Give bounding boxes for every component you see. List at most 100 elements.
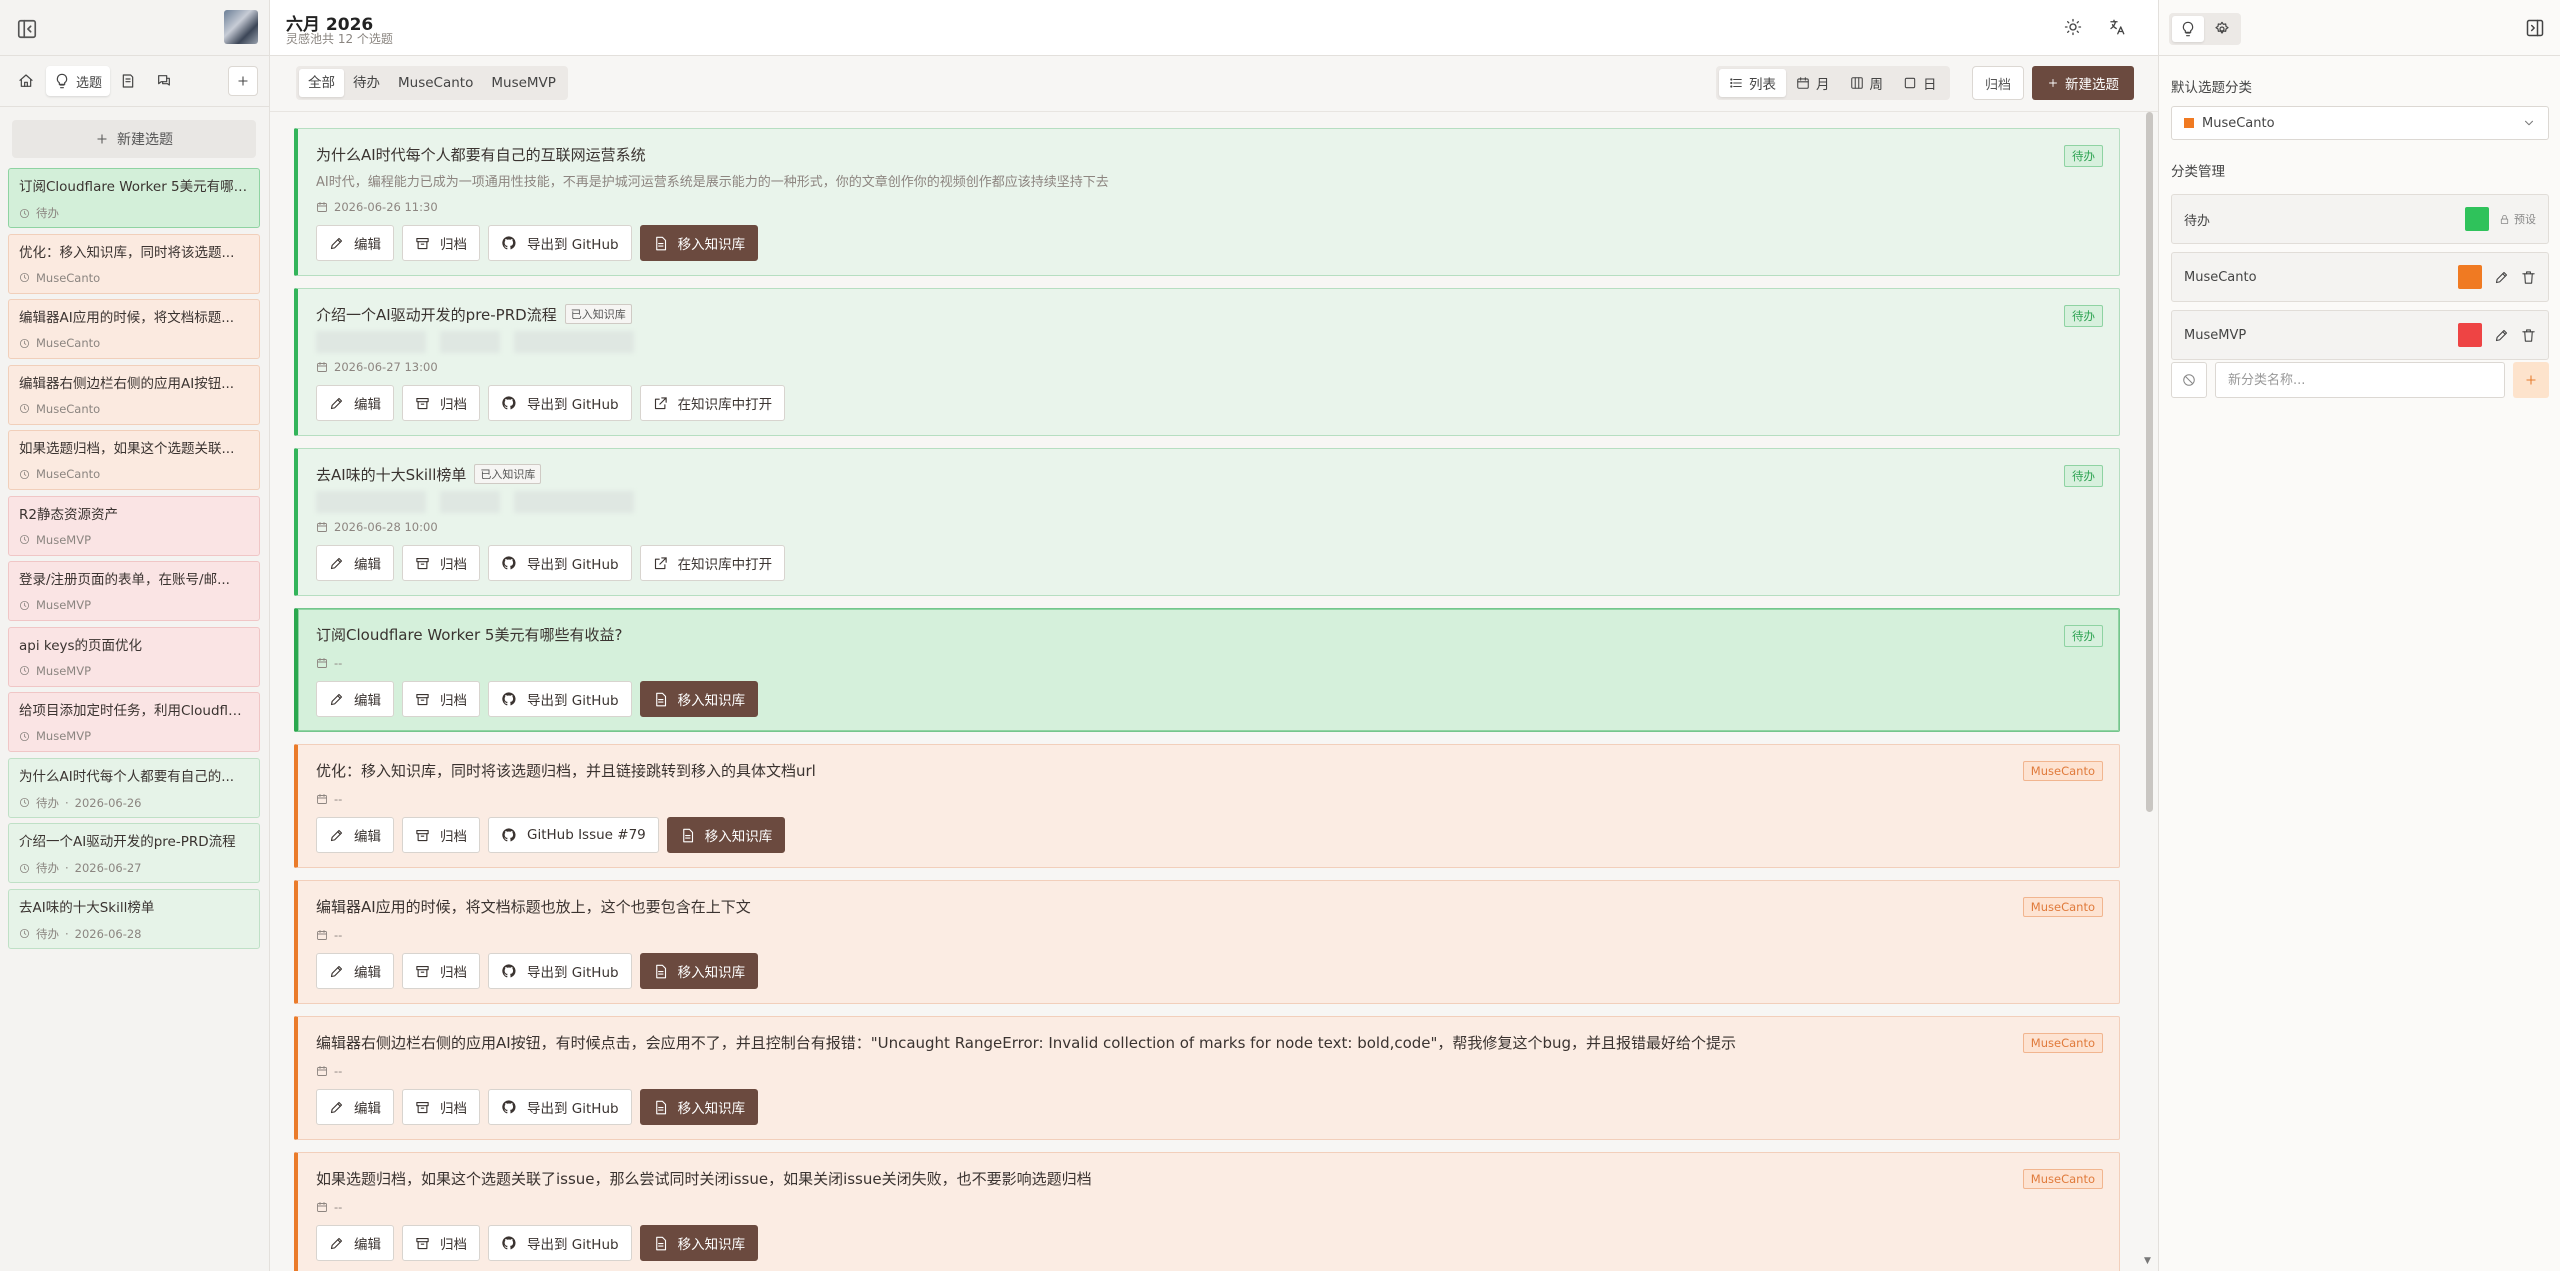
knowledge-button[interactable]: 移入知识库	[639, 225, 759, 261]
list-item[interactable]: 登录/注册页面的表单，在账号/邮... MuseMVP	[8, 561, 260, 621]
edit-button[interactable]: 编辑	[316, 545, 394, 581]
archive-card-button[interactable]: 归档	[402, 225, 480, 261]
panel-collapse-icon[interactable]	[2525, 18, 2545, 38]
sun-icon[interactable]	[2064, 18, 2082, 36]
trash-icon[interactable]	[2521, 328, 2536, 343]
topic-card[interactable]: 如果选题归档，如果这个选题关联了issue，那么尝试同时关闭issue，如果关闭…	[294, 1152, 2120, 1271]
github-button[interactable]: 导出到 GitHub	[488, 953, 632, 989]
view-day[interactable]: 日	[1893, 69, 1947, 97]
tab-topics[interactable]: 选题	[46, 66, 111, 96]
card-date: 2026-06-28 10:00	[316, 519, 2103, 535]
edit-button[interactable]: 编辑	[316, 817, 394, 853]
list-item[interactable]: 优化：移入知识库，同时将该选题... MuseCanto	[8, 233, 260, 294]
edit-icon[interactable]	[2494, 270, 2509, 285]
topic-card[interactable]: 去AI味的十大Skill榜单 已入知识库 2026-06-28 10:00 编辑 归档 导…	[294, 448, 2120, 596]
archive-card-button[interactable]: 归档	[402, 385, 480, 421]
knowledge-button[interactable]: 移入知识库	[639, 1089, 759, 1125]
topic-card[interactable]: 介绍一个AI驱动开发的pre-PRD流程 已入知识库 2026-06-27 13:0…	[294, 288, 2120, 436]
category-color-swatch[interactable]	[2465, 207, 2489, 231]
view-month[interactable]: 月	[1786, 69, 1840, 97]
category-color-swatch[interactable]	[2458, 265, 2482, 289]
scrollbar-thumb[interactable]	[2146, 112, 2153, 812]
list-item[interactable]: 编辑器AI应用的时候，将文档标题... MuseCanto	[8, 299, 260, 359]
card-date-value: 2026-06-27 13:00	[334, 360, 438, 374]
avatar[interactable]	[224, 10, 258, 44]
list-item[interactable]: 如果选题归档，如果这个选题关联... MuseCanto	[8, 430, 260, 490]
list-item[interactable]: api keys的页面优化 MuseMVP	[8, 626, 260, 687]
archive-card-button[interactable]: 归档	[402, 1225, 480, 1261]
translate-icon[interactable]	[2108, 18, 2126, 36]
card-date: --	[316, 1199, 2103, 1215]
archive-card-button[interactable]: 归档	[402, 953, 480, 989]
list-item[interactable]: 为什么AI时代每个人都要有自己的... 待办 · 2026-06-26	[8, 757, 260, 818]
new-category-color[interactable]	[2171, 362, 2207, 398]
new-topic-button[interactable]: 新建选题	[2032, 66, 2134, 100]
github-button[interactable]: 导出到 GitHub	[488, 385, 632, 421]
archive-card-button[interactable]: 归档	[402, 681, 480, 717]
preset-text: 预设	[2514, 213, 2536, 226]
list-item[interactable]: 订阅Cloudflare Worker 5美元有哪些... 待办	[8, 168, 260, 228]
knowledge-button[interactable]: 移入知识库	[666, 817, 786, 853]
category-filter: 全部 待办 MuseCanto MuseMVP	[296, 66, 568, 100]
knowledge-button[interactable]: 移入知识库	[639, 681, 759, 717]
sidebar-collapse-icon[interactable]	[16, 18, 38, 40]
topic-card[interactable]: 编辑器右侧边栏右侧的应用AI按钮，有时候点击，会应用不了，并且控制台有报错："U…	[294, 1016, 2120, 1140]
view-list[interactable]: 列表	[1719, 69, 1786, 97]
edit-button[interactable]: 编辑	[316, 1089, 394, 1125]
document-icon	[653, 236, 668, 251]
scroll-down-arrow-icon[interactable]: ▼	[2144, 1256, 2151, 1266]
topic-card[interactable]: 为什么AI时代每个人都要有自己的互联网运营系统 AI时代，编程能力已成为一项通用性…	[294, 128, 2120, 276]
list-item[interactable]: R2静态资源资产 MuseMVP	[8, 495, 260, 556]
github-button[interactable]: 导出到 GitHub	[488, 681, 632, 717]
list-item-date: 2026-06-26	[74, 795, 142, 810]
topic-card[interactable]: 编辑器AI应用的时候，将文档标题也放上，这个也要包含在上下文 -- 编辑 归档 导出到 …	[294, 880, 2120, 1004]
tab-ideas[interactable]	[2172, 16, 2204, 42]
knowledge-button[interactable]: 移入知识库	[639, 1225, 759, 1261]
document-icon	[653, 692, 668, 707]
archive-card-button[interactable]: 归档	[402, 545, 480, 581]
edit-button-label: 编辑	[354, 557, 381, 573]
tab-knowledge[interactable]	[112, 66, 146, 96]
archive-card-button[interactable]: 归档	[402, 817, 480, 853]
edit-button[interactable]: 编辑	[316, 681, 394, 717]
filter-musecanto[interactable]: MuseCanto	[389, 69, 482, 97]
topic-card[interactable]: 订阅Cloudflare Worker 5美元有哪些有收益? -- 编辑 归档 导出到 …	[294, 608, 2120, 732]
edit-icon[interactable]	[2494, 328, 2509, 343]
trash-icon[interactable]	[2521, 270, 2536, 285]
filter-musemvp[interactable]: MuseMVP	[482, 69, 565, 97]
view-week[interactable]: 周	[1840, 69, 1894, 97]
edit-button[interactable]: 编辑	[316, 1225, 394, 1261]
archive-card-button[interactable]: 归档	[402, 1089, 480, 1125]
github-button[interactable]: 导出到 GitHub	[488, 225, 632, 261]
tab-settings[interactable]	[2206, 16, 2238, 42]
add-button[interactable]	[228, 66, 258, 96]
github-button[interactable]: GitHub Issue #79	[488, 817, 659, 853]
github-button[interactable]: 导出到 GitHub	[488, 1089, 632, 1125]
topic-card[interactable]: 优化：移入知识库，同时将该选题归档，并且链接跳转到移入的具体文档url -- 编辑 归…	[294, 744, 2120, 868]
tab-home[interactable]	[10, 66, 44, 96]
add-category-button[interactable]	[2513, 362, 2549, 398]
edit-button[interactable]: 编辑	[316, 225, 394, 261]
list-item[interactable]: 给项目添加定时任务，利用Cloudfla... MuseMVP	[8, 692, 260, 752]
github-button[interactable]: 导出到 GitHub	[488, 545, 632, 581]
list-item[interactable]: 编辑器右侧边栏右侧的应用AI按钮... MuseCanto	[8, 364, 260, 425]
filter-todo[interactable]: 待办	[344, 69, 389, 97]
github-button[interactable]: 导出到 GitHub	[488, 1225, 632, 1261]
edit-button[interactable]: 编辑	[316, 953, 394, 989]
knowledge-button[interactable]: 在知识库中打开	[639, 545, 786, 581]
filter-all[interactable]: 全部	[299, 69, 344, 97]
category-color-swatch[interactable]	[2458, 323, 2482, 347]
archive-button[interactable]: 归档	[1972, 66, 2024, 100]
tab-chat[interactable]	[148, 66, 182, 96]
list-item[interactable]: 介绍一个AI驱动开发的pre-PRD流程 待办 · 2026-06-27	[8, 823, 260, 883]
default-category-select[interactable]: MuseCanto	[2171, 106, 2549, 140]
new-topic-sidebar-button[interactable]: 新建选题	[12, 120, 256, 158]
new-category-input[interactable]	[2215, 362, 2505, 398]
scrollbar[interactable]	[2144, 112, 2154, 1271]
right-panel: 默认选题分类 MuseCanto 分类管理 待办 预设 MuseCanto MuseM…	[2158, 0, 2560, 1271]
list-item[interactable]: 去AI味的十大Skill榜单 待办 · 2026-06-28	[8, 888, 260, 949]
archive-icon	[415, 828, 430, 843]
knowledge-button[interactable]: 在知识库中打开	[639, 385, 786, 421]
knowledge-button[interactable]: 移入知识库	[639, 953, 759, 989]
edit-button[interactable]: 编辑	[316, 385, 394, 421]
